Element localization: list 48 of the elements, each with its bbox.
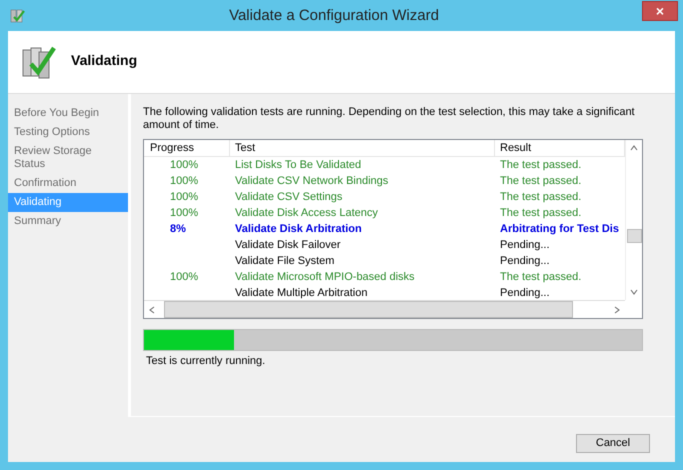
intro-text: The following validation tests are running. Depending on the test selection, this may take a significant amount of time.: [143, 106, 636, 132]
result-cell-text: The test passed.: [499, 175, 582, 187]
result-cell-text: The test passed.: [499, 191, 582, 203]
scroll-down-icon[interactable]: [630, 288, 638, 296]
test-cell-text: Validate Microsoft MPIO-based disks: [234, 271, 416, 283]
result-cell-text: The test passed.: [499, 159, 582, 171]
close-button[interactable]: ×: [642, 0, 678, 20]
horizontal-scrollbar[interactable]: [144, 300, 625, 318]
test-cell-text: Validate CSV Network Bindings: [234, 175, 390, 187]
scroll-right-icon[interactable]: [613, 306, 621, 314]
column-header[interactable]: Test: [230, 140, 495, 156]
progress-cell-text: 100%: [169, 191, 200, 203]
wizard-step[interactable]: Summary: [8, 212, 128, 231]
wizard-step[interactable]: Before You Begin: [8, 104, 128, 123]
status-text: Test is currently running.: [146, 355, 266, 367]
wizard-step[interactable]: Confirmation: [8, 174, 128, 193]
window-title: Validate a Configuration Wizard: [228, 7, 440, 24]
page-heading: Validating: [71, 52, 138, 68]
scrollbar-thumb[interactable]: [626, 229, 642, 243]
progress-cell-text: 100%: [169, 159, 200, 171]
result-cell-text: Arbitrating for Test Dis: [499, 223, 620, 235]
test-cell-text: Validate File System: [234, 255, 336, 267]
wizard-step[interactable]: Validating: [8, 193, 128, 212]
servers-check-icon: [21, 44, 57, 80]
scroll-left-icon[interactable]: [148, 306, 156, 314]
test-cell-text: Validate Disk Access Latency: [234, 207, 379, 219]
wizard-step[interactable]: Testing Options: [8, 123, 128, 142]
test-cell-text: List Disks To Be Validated: [234, 159, 362, 171]
result-cell-text: The test passed.: [499, 207, 582, 219]
scroll-up-icon[interactable]: [630, 144, 638, 152]
test-cell-text: Validate Disk Arbitration: [234, 223, 363, 235]
result-cell-text: Pending...: [499, 255, 551, 267]
test-cell-text: Validate Disk Failover: [234, 239, 342, 251]
column-header[interactable]: Progress: [144, 140, 230, 156]
progress-cell-text: 100%: [169, 175, 200, 187]
cancel-button[interactable]: Cancel: [576, 434, 650, 452]
progress-cell-text: 8%: [169, 223, 187, 235]
test-cell-text: Validate Multiple Arbitration: [234, 287, 368, 299]
scrollbar-thumb[interactable]: [164, 301, 573, 318]
vertical-scrollbar[interactable]: [625, 140, 642, 300]
result-cell-text: Pending...: [499, 239, 551, 251]
progress-cell-text: 100%: [169, 207, 200, 219]
test-cell-text: Validate CSV Settings: [234, 191, 344, 203]
app-icon: [10, 8, 26, 24]
result-cell-text: Pending...: [499, 287, 551, 299]
wizard-step[interactable]: Review Storage Status: [8, 142, 128, 174]
result-cell-text: The test passed.: [499, 271, 582, 283]
progress-cell-text: 100%: [169, 271, 200, 283]
